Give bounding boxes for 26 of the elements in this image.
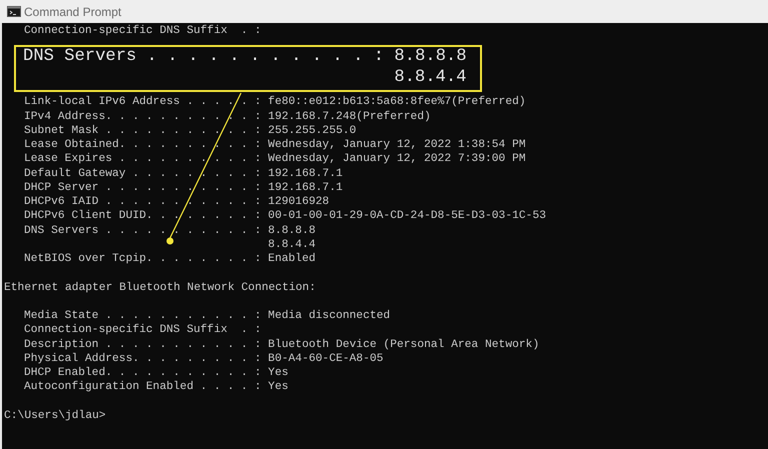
output-line: DNS Servers . . . . . . . . . . . : 8.8.8.8 — [24, 224, 316, 236]
adapter-heading: Ethernet adapter Bluetooth Network Connection: — [4, 282, 316, 294]
output-line: Description . . . . . . . . . . . : Bluetooth Device (Personal Area Network) — [24, 338, 540, 350]
output-line: DHCP Server . . . . . . . . . . . : 192.168.7.1 — [24, 182, 343, 194]
output-line: Autoconfiguration Enabled . . . . : Yes — [24, 381, 288, 394]
output-line: Connection-specific DNS Suffix . : — [24, 324, 262, 336]
output-line: Default Gateway . . . . . . . . . : 192.168.7.1 — [24, 168, 343, 180]
output-line: Media State . . . . . . . . . . . : Media disconnected — [24, 310, 390, 322]
pointer-dot — [166, 238, 174, 244]
command-prompt-line: C:\Users\jdlau> — [4, 410, 106, 422]
window-title: Command Prompt — [24, 4, 122, 20]
output-line: Physical Address. . . . . . . . . : B0-A4-60-CE-A8-05 — [24, 352, 384, 365]
output-line: Lease Expires . . . . . . . . . . : Wednesday, January 12, 2022 7:39:00 PM — [24, 153, 526, 166]
output-line: DHCP Enabled. . . . . . . . . . . : Yes — [24, 367, 288, 379]
terminal-icon — [7, 6, 21, 17]
output-line: 8.8.4.4 — [268, 238, 316, 251]
output-line: Link-local IPv6 Address . . . . . : fe80::e012:b613:5a68:8fee%7(Preferred) — [24, 96, 526, 108]
output-line: DHCPv6 Client DUID. . . . . . . . : 00-01-00-01-29-0A-CD-24-D8-5E-D3-03-1C-53 — [24, 210, 546, 222]
output-line: Lease Obtained. . . . . . . . . . : Wednesday, January 12, 2022 1:38:54 PM — [24, 139, 526, 151]
output-line: IPv4 Address. . . . . . . . . . . : 192.168.7.248(Preferred) — [24, 110, 431, 122]
callout-text: 8.8.4.4 — [394, 68, 466, 86]
output-line: NetBIOS over Tcpip. . . . . . . . : Enabled — [24, 253, 316, 265]
output-line: DHCPv6 IAID . . . . . . . . . . . : 129016928 — [24, 196, 330, 208]
callout-text: DNS Servers . . . . . . . . . . . : 8.8.8.8 — [23, 47, 467, 66]
output-line: Connection-specific DNS Suffix . : — [24, 25, 262, 37]
output-line: Subnet Mask . . . . . . . . . . . : 255.255.255.0 — [24, 124, 356, 137]
